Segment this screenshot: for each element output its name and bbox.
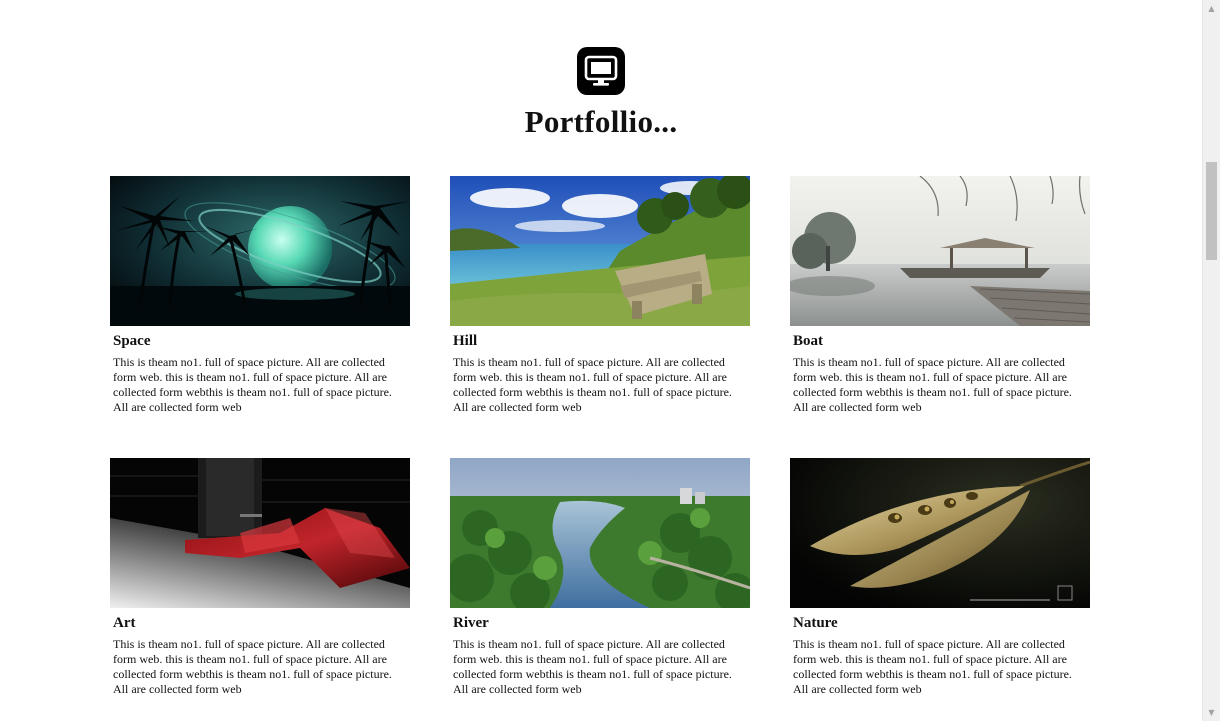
portfolio-item-art[interactable]: Art This is theam no1. full of space pic… xyxy=(110,458,410,697)
boat-misty-lake-image[interactable] xyxy=(790,176,1090,326)
space-planet-palms-image[interactable] xyxy=(110,176,410,326)
red-abstract-art-image[interactable] xyxy=(110,458,410,608)
portfolio-item-nature[interactable]: Nature This is theam no1. full of space … xyxy=(790,458,1090,697)
portfolio-header: Portfollio... xyxy=(0,47,1202,140)
card-title: Boat xyxy=(793,333,823,349)
card-title: Hill xyxy=(453,333,478,349)
card-description: This is theam no1. full of space picture… xyxy=(793,355,1072,414)
card-description: This is theam no1. full of space picture… xyxy=(453,637,732,696)
river-aerial-image[interactable] xyxy=(450,458,750,608)
card-description: This is theam no1. full of space picture… xyxy=(453,355,732,414)
scroll-up-arrow-icon[interactable]: ▲ xyxy=(1203,0,1220,17)
seed-pod-image[interactable] xyxy=(790,458,1090,608)
scroll-down-arrow-icon[interactable]: ▼ xyxy=(1203,704,1220,721)
portfolio-item-hill[interactable]: Hill This is theam no1. full of space pi… xyxy=(450,176,750,415)
card-description: This is theam no1. full of space picture… xyxy=(793,637,1072,696)
card-title: Space xyxy=(113,333,151,349)
card-title: Nature xyxy=(793,615,838,631)
vertical-scrollbar[interactable]: ▲ ▼ xyxy=(1202,0,1220,721)
card-description: This is theam no1. full of space picture… xyxy=(113,637,392,696)
page-title: Portfollio... xyxy=(524,104,678,139)
card-description: This is theam no1. full of space picture… xyxy=(113,355,392,414)
monitor-icon xyxy=(577,47,625,95)
portfolio-item-boat[interactable]: Boat This is theam no1. full of space pi… xyxy=(790,176,1090,415)
card-title: River xyxy=(453,615,489,631)
portfolio-item-space[interactable]: Space This is theam no1. full of space p… xyxy=(110,176,410,415)
portfolio-page: Portfollio... Space This is theam no1. f… xyxy=(0,0,1202,721)
scrollbar-thumb[interactable] xyxy=(1206,162,1217,260)
hill-bench-sea-image[interactable] xyxy=(450,176,750,326)
portfolio-item-river[interactable]: River This is theam no1. full of space p… xyxy=(450,458,750,697)
card-title: Art xyxy=(113,615,136,631)
